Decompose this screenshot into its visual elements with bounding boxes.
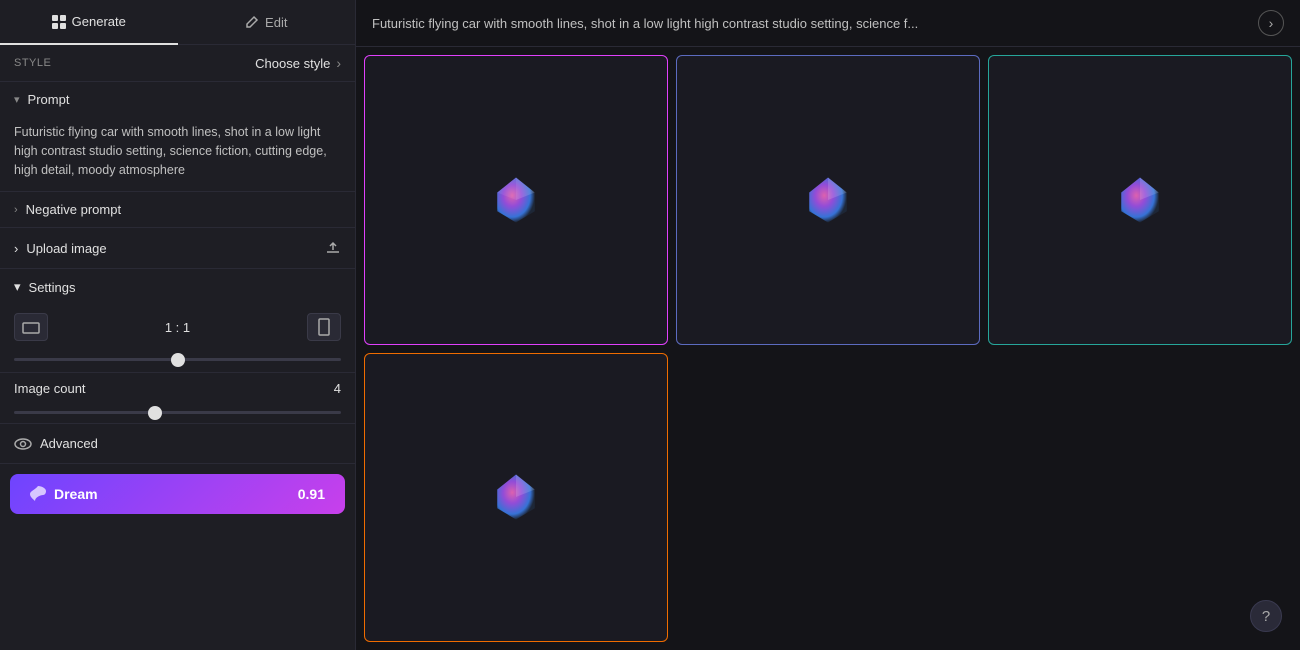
dream-label: Dream: [54, 486, 98, 502]
chevron-right-icon-neg: ›: [14, 204, 18, 216]
upload-icon: [325, 240, 341, 256]
help-icon: ?: [1262, 608, 1270, 625]
image-count-label: Image count: [14, 381, 86, 396]
help-button[interactable]: ?: [1250, 600, 1282, 632]
aspect-ratio-row: 1 : 1: [0, 305, 355, 345]
edit-icon: [245, 15, 259, 29]
image-cell-4[interactable]: [364, 353, 668, 643]
chevron-down-icon-settings: ▾: [14, 279, 21, 295]
aspect-btn-landscape[interactable]: [14, 313, 48, 341]
prompt-header[interactable]: ▾ Prompt: [0, 82, 355, 117]
prompt-section: ▾ Prompt Futuristic flying car with smoo…: [0, 82, 355, 192]
image-cell-1[interactable]: [364, 55, 668, 345]
landscape-icon: [22, 320, 40, 334]
negative-prompt-label: Negative prompt: [26, 202, 121, 217]
dream-button[interactable]: Dream 0.91: [10, 474, 345, 514]
main-header: Futuristic flying car with smooth lines,…: [356, 0, 1300, 47]
main-content: Futuristic flying car with smooth lines,…: [356, 0, 1300, 650]
negative-prompt-header[interactable]: › Negative prompt: [0, 192, 355, 227]
dream-left: Dream: [30, 486, 98, 502]
grid-icon: [52, 15, 66, 29]
info-icon: ›: [1269, 15, 1274, 31]
eye-icon: [14, 437, 32, 451]
image-cell-2[interactable]: [676, 55, 980, 345]
image-grid: [356, 47, 1300, 650]
tab-edit[interactable]: Edit: [178, 0, 356, 44]
style-chooser[interactable]: Choose style ›: [255, 55, 341, 71]
portrait-icon: [317, 318, 331, 336]
aspect-ratio-slider[interactable]: [14, 358, 341, 361]
info-button[interactable]: ›: [1258, 10, 1284, 36]
chevron-down-icon: ▾: [14, 93, 20, 106]
image-count-section: Image count 4: [0, 373, 355, 424]
negative-prompt-section: › Negative prompt: [0, 192, 355, 228]
aspect-ratio-value: 1 : 1: [165, 320, 190, 335]
prompt-title: Futuristic flying car with smooth lines,…: [372, 16, 1248, 31]
top-tabs: Generate Edit: [0, 0, 355, 45]
dream-icon: [30, 486, 46, 502]
image-count-value: 4: [334, 381, 341, 396]
gem-icon-2: [798, 170, 858, 230]
dream-cost: 0.91: [298, 486, 325, 502]
gem-icon-3: [1110, 170, 1170, 230]
chevron-right-icon: ›: [336, 55, 341, 71]
gem-icon-4: [486, 467, 546, 527]
prompt-label: Prompt: [28, 92, 70, 107]
advanced-label: Advanced: [40, 436, 98, 451]
tab-generate[interactable]: Generate: [0, 0, 178, 45]
style-label: Style: [14, 57, 51, 69]
upload-left: › Upload image: [14, 241, 107, 256]
sidebar: Generate Edit Style Choose style › ▾ Pro…: [0, 0, 356, 650]
advanced-row[interactable]: Advanced: [0, 424, 355, 464]
image-cell-3[interactable]: [988, 55, 1292, 345]
style-value: Choose style: [255, 56, 330, 71]
image-count-row: Image count 4: [14, 381, 341, 396]
image-count-slider[interactable]: [14, 411, 341, 414]
settings-header[interactable]: ▾ Settings: [0, 269, 355, 305]
gem-icon-1: [486, 170, 546, 230]
chevron-right-icon-upload: ›: [14, 241, 18, 256]
app-container: Generate Edit Style Choose style › ▾ Pro…: [0, 0, 1300, 650]
settings-label: Settings: [29, 280, 76, 295]
aspect-btn-portrait[interactable]: [307, 313, 341, 341]
settings-section: ▾ Settings 1 : 1: [0, 269, 355, 373]
upload-image-row[interactable]: › Upload image: [0, 228, 355, 269]
upload-image-label: Upload image: [26, 241, 106, 256]
prompt-text[interactable]: Futuristic flying car with smooth lines,…: [0, 117, 355, 191]
style-row: Style Choose style ›: [0, 45, 355, 82]
aspect-slider-row: [0, 345, 355, 372]
